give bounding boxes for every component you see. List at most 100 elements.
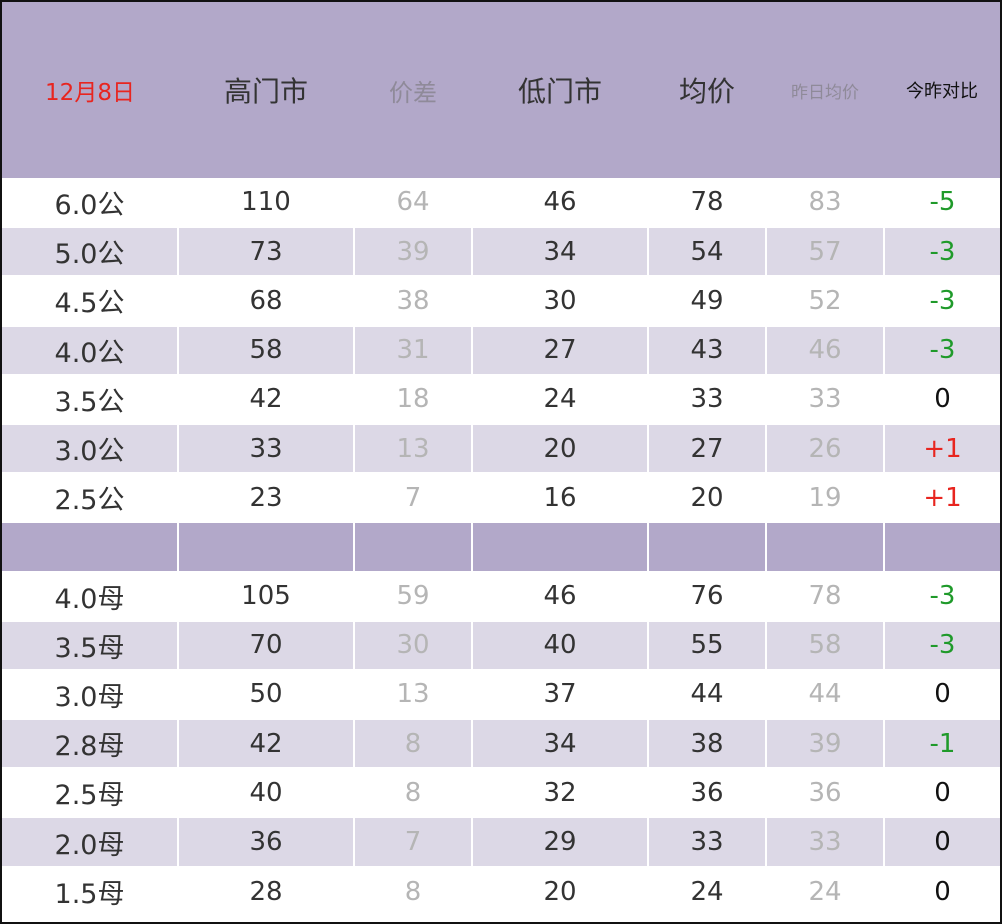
cell-high-market: 23 xyxy=(177,472,354,523)
price-table-frame: 12月8日 高门市 价差 低门市 均价 昨日均价 今昨对比 6.0公 110 64 4… xyxy=(0,0,1002,924)
cell-yesterday-average: 19 xyxy=(765,472,884,523)
separator-cell xyxy=(471,521,648,572)
cell-average: 43 xyxy=(647,324,766,375)
cell-low-market: 32 xyxy=(471,767,648,818)
cell-average: 54 xyxy=(647,226,766,277)
cell-yesterday-average: 83 xyxy=(765,178,884,228)
table-row: 2.5公 23 7 16 20 19 +1 xyxy=(2,472,1000,523)
cell-spec: 1.5母 xyxy=(2,865,178,916)
cell-yesterday-average: 58 xyxy=(765,619,884,670)
price-table: 12月8日 高门市 价差 低门市 均价 昨日均价 今昨对比 6.0公 110 64 4… xyxy=(2,2,1000,916)
cell-yesterday-average: 57 xyxy=(765,226,884,277)
table-row: 2.5母 40 8 32 36 36 0 xyxy=(2,767,1000,818)
cell-average: 44 xyxy=(647,668,766,720)
cell-high-market: 68 xyxy=(177,275,354,326)
cell-price-diff: 13 xyxy=(353,422,472,474)
cell-price-diff: 39 xyxy=(353,226,472,277)
cell-low-market: 20 xyxy=(471,865,648,916)
cell-change: +1 xyxy=(883,422,1000,474)
cell-change: -3 xyxy=(883,226,1000,277)
table-row: 6.0公 110 64 46 78 83 -5 xyxy=(2,178,1000,228)
cell-spec: 4.0公 xyxy=(2,324,178,375)
cell-change: -3 xyxy=(883,324,1000,375)
separator-cell xyxy=(647,521,766,572)
cell-spec: 2.5母 xyxy=(2,767,178,818)
cell-yesterday-average: 33 xyxy=(765,816,884,867)
section-separator-row xyxy=(2,521,1000,572)
cell-yesterday-average: 44 xyxy=(765,668,884,720)
cell-high-market: 28 xyxy=(177,865,354,916)
cell-low-market: 46 xyxy=(471,178,648,228)
table-row: 2.0母 36 7 29 33 33 0 xyxy=(2,816,1000,867)
cell-spec: 4.5公 xyxy=(2,275,178,326)
cell-price-diff: 8 xyxy=(353,865,472,916)
cell-low-market: 34 xyxy=(471,226,648,277)
cell-yesterday-average: 78 xyxy=(765,570,884,621)
cell-high-market: 73 xyxy=(177,226,354,277)
cell-high-market: 110 xyxy=(177,178,354,228)
cell-yesterday-average: 24 xyxy=(765,865,884,916)
cell-high-market: 36 xyxy=(177,816,354,867)
table-row: 4.0母 105 59 46 76 78 -3 xyxy=(2,570,1000,621)
table-row: 1.5母 28 8 20 24 24 0 xyxy=(2,865,1000,916)
separator-cell xyxy=(177,521,354,572)
cell-low-market: 37 xyxy=(471,668,648,720)
cell-average: 33 xyxy=(647,816,766,867)
cell-average: 55 xyxy=(647,619,766,670)
cell-change: -3 xyxy=(883,570,1000,621)
cell-low-market: 27 xyxy=(471,324,648,375)
cell-spec: 3.5公 xyxy=(2,373,178,424)
header-yesterday-average: 昨日均价 xyxy=(791,82,859,103)
header-average: 均价 xyxy=(678,75,735,108)
separator-cell xyxy=(353,521,472,572)
cell-change: 0 xyxy=(883,865,1000,916)
cell-price-diff: 7 xyxy=(353,472,472,523)
cell-low-market: 20 xyxy=(471,422,648,474)
cell-price-diff: 31 xyxy=(353,324,472,375)
cell-spec: 5.0公 xyxy=(2,226,178,277)
cell-average: 27 xyxy=(647,422,766,474)
cell-high-market: 58 xyxy=(177,324,354,375)
cell-change: -1 xyxy=(883,718,1000,769)
table-body: 6.0公 110 64 46 78 83 -5 5.0公 73 39 34 54 57 -3 4.5公 68 3… xyxy=(2,178,1000,916)
cell-low-market: 16 xyxy=(471,472,648,523)
cell-yesterday-average: 46 xyxy=(765,324,884,375)
separator-cell xyxy=(2,521,178,572)
cell-low-market: 30 xyxy=(471,275,648,326)
separator-cell xyxy=(765,521,884,572)
cell-price-diff: 30 xyxy=(353,619,472,670)
cell-price-diff: 18 xyxy=(353,373,472,424)
table-row: 3.5母 70 30 40 55 58 -3 xyxy=(2,619,1000,670)
cell-price-diff: 59 xyxy=(353,570,472,621)
separator-cell xyxy=(883,521,1000,572)
cell-yesterday-average: 36 xyxy=(765,767,884,818)
cell-low-market: 29 xyxy=(471,816,648,867)
cell-high-market: 50 xyxy=(177,668,354,720)
cell-price-diff: 64 xyxy=(353,178,472,228)
cell-spec: 6.0公 xyxy=(54,189,125,221)
cell-yesterday-average: 33 xyxy=(765,373,884,424)
table-row: 4.0公 58 31 27 43 46 -3 xyxy=(2,324,1000,375)
cell-low-market: 24 xyxy=(471,373,648,424)
cell-average: 76 xyxy=(647,570,766,621)
cell-price-diff: 38 xyxy=(353,275,472,326)
table-header: 12月8日 高门市 价差 低门市 均价 昨日均价 今昨对比 xyxy=(2,2,1000,178)
cell-average: 33 xyxy=(647,373,766,424)
cell-average: 36 xyxy=(647,767,766,818)
cell-yesterday-average: 26 xyxy=(765,422,884,474)
cell-spec: 3.0母 xyxy=(2,668,178,720)
cell-spec: 4.0母 xyxy=(2,570,178,621)
cell-yesterday-average: 52 xyxy=(765,275,884,326)
cell-spec: 2.5公 xyxy=(2,472,178,523)
header-date: 12月8日 xyxy=(45,80,135,106)
table-row: 3.5公 42 18 24 33 33 0 xyxy=(2,373,1000,424)
cell-price-diff: 7 xyxy=(353,816,472,867)
table-row: 5.0公 73 39 34 54 57 -3 xyxy=(2,226,1000,277)
cell-average: 24 xyxy=(647,865,766,916)
cell-average: 49 xyxy=(647,275,766,326)
cell-high-market: 70 xyxy=(177,619,354,670)
cell-low-market: 40 xyxy=(471,619,648,670)
cell-spec: 2.8母 xyxy=(2,718,178,769)
cell-high-market: 105 xyxy=(177,570,354,621)
cell-price-diff: 13 xyxy=(353,668,472,720)
